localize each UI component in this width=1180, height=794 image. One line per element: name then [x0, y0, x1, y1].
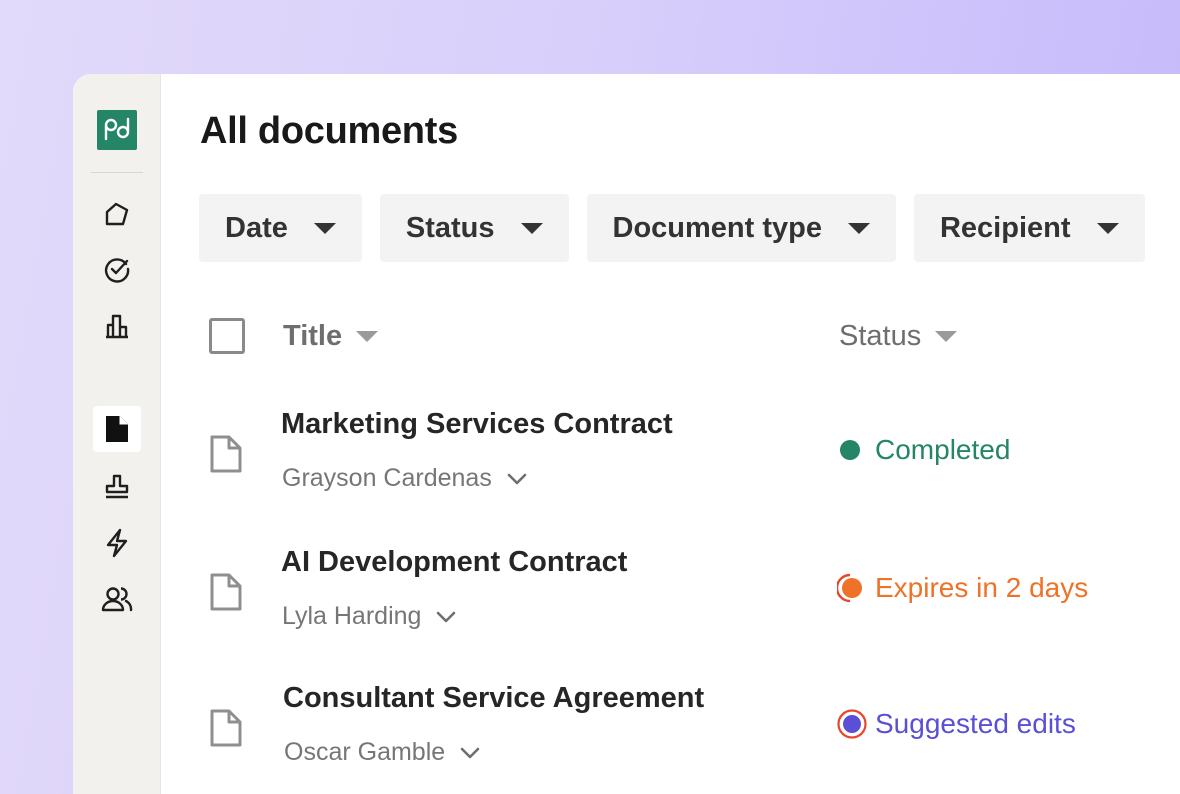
sort-caret-icon [356, 331, 379, 342]
status-text: Suggested edits [875, 708, 1076, 739]
status-completed-icon [840, 440, 860, 460]
sidebar-item-documents[interactable] [93, 406, 141, 452]
recipient-dropdown[interactable]: Oscar Gamble [284, 738, 481, 767]
bar-chart-icon [106, 314, 128, 339]
table-header: Title Status [209, 318, 1180, 354]
column-header-label: Title [283, 320, 343, 352]
users-icon [101, 587, 133, 612]
caret-down-icon [313, 222, 336, 234]
filter-date[interactable]: Date [199, 194, 362, 262]
column-header-title[interactable]: Title [283, 320, 379, 353]
recipient-name: Lyla Harding [282, 602, 422, 630]
sidebar [73, 74, 161, 794]
column-header-label: Status [839, 320, 922, 352]
filter-label: Document type [612, 211, 822, 244]
document-icon [106, 416, 128, 442]
table-row[interactable]: AI Development Contract Lyla Harding Exp… [161, 546, 1180, 656]
status-text: Completed [875, 434, 1011, 465]
document-title[interactable]: Consultant Service Agreement [283, 682, 704, 715]
sidebar-item-contacts[interactable] [93, 576, 141, 622]
filter-label: Recipient [939, 211, 1071, 244]
column-header-status[interactable]: Status [839, 320, 958, 353]
sidebar-item-tasks[interactable] [93, 246, 141, 292]
status-badge: Expires in 2 days [837, 572, 1088, 604]
document-title[interactable]: AI Development Contract [281, 546, 627, 579]
page-title: All documents [200, 110, 458, 152]
filter-label: Date [225, 211, 288, 244]
app-window: All documents Date Status Document type … [73, 74, 1180, 794]
sidebar-divider [91, 172, 143, 173]
check-circle-icon [104, 258, 130, 283]
document-outline-icon [210, 435, 242, 473]
document-outline-icon [210, 709, 242, 747]
sidebar-item-notary[interactable] [93, 464, 141, 510]
select-all-checkbox[interactable] [209, 318, 245, 354]
sidebar-item-home[interactable] [93, 191, 141, 237]
caret-down-icon [847, 222, 870, 234]
sidebar-item-reports[interactable] [93, 303, 141, 349]
chevron-down-icon [507, 473, 527, 484]
status-text: Expires in 2 days [875, 572, 1089, 603]
document-title[interactable]: Marketing Services Contract [281, 408, 673, 441]
status-expiring-icon [837, 573, 862, 603]
filter-bar: Date Status Document type Recipient [199, 194, 1145, 262]
home-icon [105, 202, 129, 226]
recipient-name: Oscar Gamble [284, 738, 446, 766]
table-row[interactable]: Marketing Services Contract Grayson Card… [161, 408, 1180, 518]
caret-down-icon [1096, 222, 1119, 234]
main-content: All documents Date Status Document type … [161, 74, 1180, 794]
pandadoc-logo-icon [104, 117, 130, 141]
document-outline-icon [210, 573, 242, 611]
recipient-dropdown[interactable]: Grayson Cardenas [282, 464, 528, 493]
table-row[interactable]: Consultant Service Agreement Oscar Gambl… [161, 682, 1180, 792]
filter-document-type[interactable]: Document type [586, 194, 896, 262]
stamp-icon [105, 474, 129, 499]
chevron-down-icon [460, 747, 480, 758]
brand-logo[interactable] [97, 110, 137, 150]
lightning-icon [106, 528, 128, 558]
filter-recipient[interactable]: Recipient [913, 194, 1145, 262]
status-badge: Suggested edits [837, 708, 1076, 740]
recipient-name: Grayson Cardenas [282, 464, 492, 492]
sidebar-item-automation[interactable] [93, 520, 141, 566]
filter-label: Status [405, 211, 495, 244]
filter-status[interactable]: Status [379, 194, 569, 262]
chevron-down-icon [437, 611, 456, 622]
status-badge: Completed [837, 434, 1010, 466]
sort-caret-icon [935, 331, 958, 342]
status-suggested-icon [837, 709, 867, 739]
caret-down-icon [520, 222, 543, 234]
recipient-dropdown[interactable]: Lyla Harding [282, 602, 457, 631]
